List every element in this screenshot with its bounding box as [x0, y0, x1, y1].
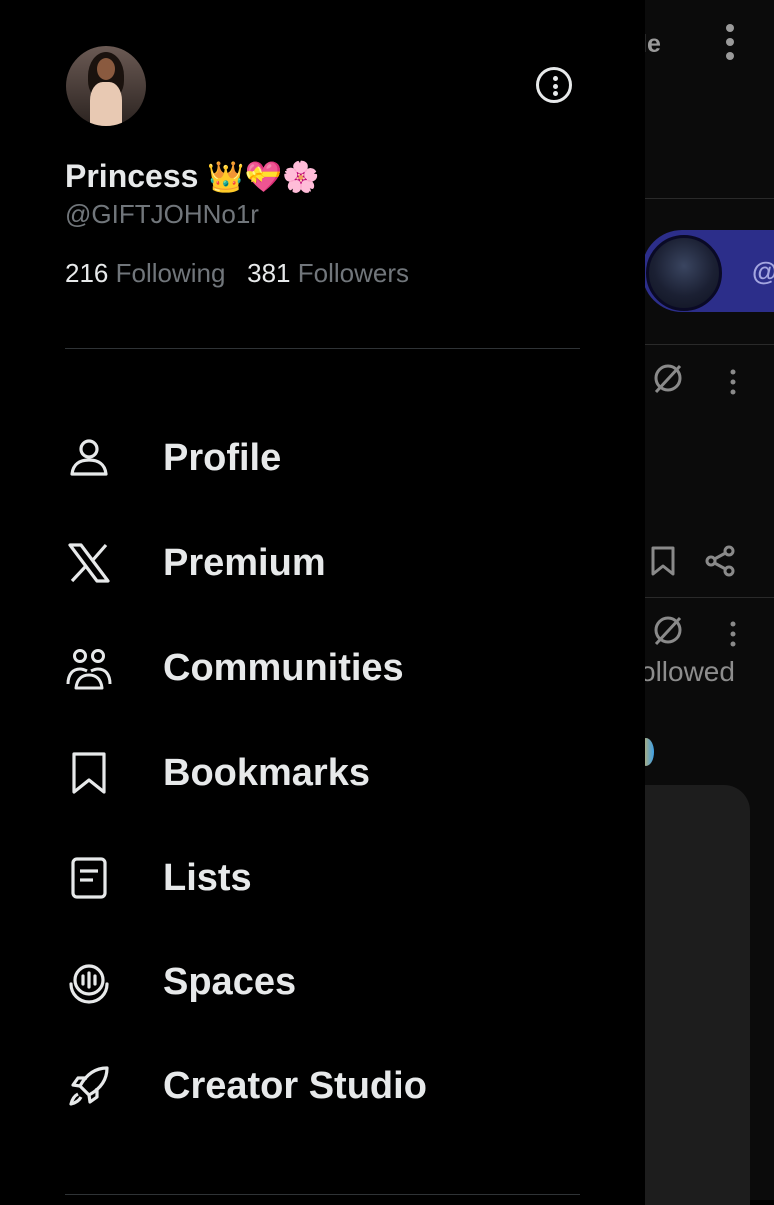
person-icon — [70, 439, 108, 476]
menu-item-bookmarks[interactable]: Bookmarks — [65, 733, 585, 813]
following-count: 216 — [65, 258, 109, 288]
menu-item-profile[interactable]: Profile — [65, 418, 585, 498]
avatar[interactable] — [66, 46, 146, 126]
menu-item-label: Spaces — [163, 961, 297, 1003]
background-banner-avatar — [646, 235, 722, 311]
account-options-icon[interactable] — [536, 67, 572, 103]
menu-item-label: Bookmarks — [163, 752, 370, 794]
menu-item-label: Profile — [163, 437, 282, 479]
x-logo-icon — [68, 543, 110, 583]
menu-item-communities[interactable]: Communities — [65, 628, 585, 708]
followers-label: Followers — [297, 258, 410, 288]
rocket-icon — [69, 1066, 109, 1106]
profile-name: Princess 👑💝🌸 — [65, 158, 319, 195]
following-label: Following — [115, 258, 226, 288]
menu-item-creator-studio[interactable]: Creator Studio — [65, 1046, 585, 1126]
profile-name-text: Princess — [65, 158, 199, 194]
grok-icon[interactable] — [650, 360, 686, 396]
menu-item-lists[interactable]: Lists — [65, 838, 585, 918]
follow-stats: 216 Following 381 Followers — [65, 258, 409, 289]
menu-item-spaces[interactable]: Spaces — [65, 942, 585, 1022]
grok-icon[interactable] — [650, 612, 686, 648]
background-more-icon[interactable] — [720, 24, 740, 70]
bookmark-icon — [72, 752, 106, 794]
profile-name-emojis: 👑💝🌸 — [207, 160, 320, 195]
menu-item-label: Premium — [163, 542, 326, 584]
divider — [65, 348, 580, 349]
divider — [65, 1194, 580, 1195]
followers-link[interactable]: 381 Followers — [247, 258, 409, 288]
more-vertical-icon[interactable] — [726, 620, 740, 648]
share-icon[interactable] — [704, 545, 736, 577]
menu-item-label: Lists — [163, 857, 252, 899]
menu-item-label: Creator Studio — [163, 1065, 427, 1107]
background-media-card[interactable] — [645, 785, 750, 1205]
spaces-icon — [69, 964, 109, 1004]
profile-handle: @GIFTJOHNo1r — [65, 199, 259, 229]
list-icon — [71, 857, 107, 899]
following-link[interactable]: 216 Following — [65, 258, 233, 288]
background-followed-text: ollowed — [640, 656, 735, 687]
more-vertical-icon[interactable] — [726, 368, 740, 396]
menu-item-premium[interactable]: Premium — [65, 523, 585, 603]
navigation-drawer: Princess 👑💝🌸 @GIFTJOHNo1r 216 Following … — [0, 0, 645, 1200]
followers-count: 381 — [247, 258, 291, 288]
background-banner-text: @ — [752, 256, 774, 287]
bookmark-icon[interactable] — [650, 545, 676, 577]
communities-icon — [66, 649, 112, 690]
menu-item-label: Communities — [163, 647, 404, 689]
